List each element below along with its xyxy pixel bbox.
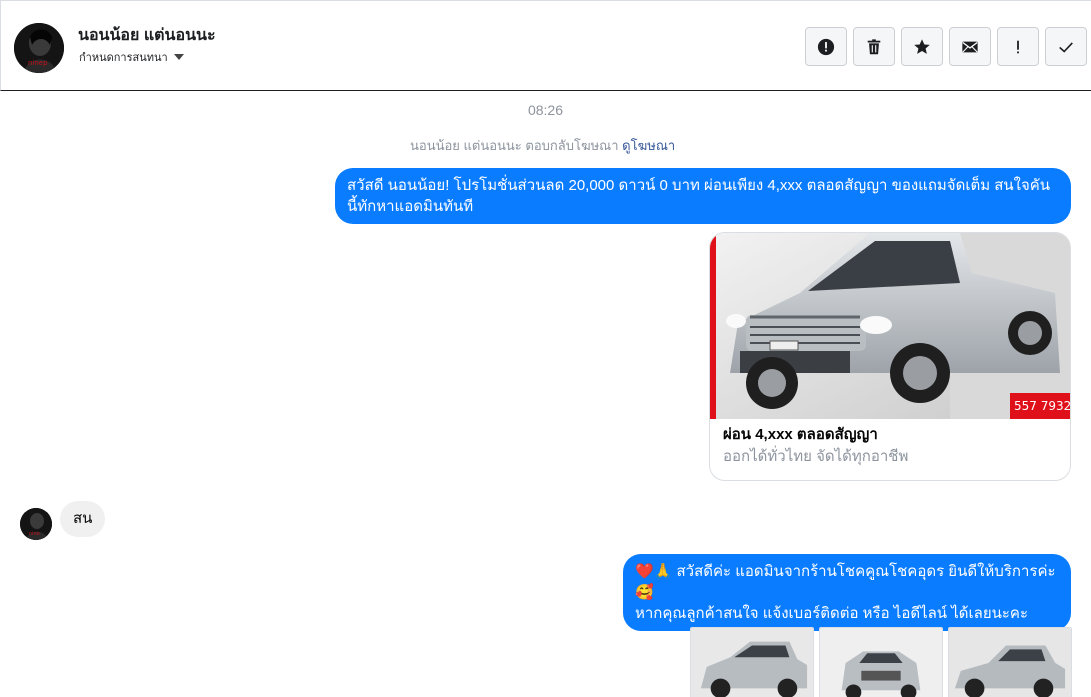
incoming-message[interactable]: สน (60, 501, 106, 537)
view-ad-link[interactable]: ดูโฆษณา (622, 138, 675, 153)
contact-name[interactable]: นอนน้อย แต่นอนนะ (78, 23, 216, 48)
done-button[interactable] (1045, 27, 1087, 66)
message-timestamp: 08:26 (527, 102, 564, 118)
contact-avatar[interactable]: ninep (14, 23, 64, 73)
manage-conversation-label: กำหนดการสนทนา (79, 52, 168, 64)
trash-icon (867, 38, 881, 54)
envelope-icon (962, 41, 978, 52)
outgoing-message-reply[interactable]: ❤️🙏 สวัสดีค่ะ แอดมินจากร้านโชคคูณโชคอุดร… (623, 554, 1071, 631)
message-thread[interactable]: 08:26 นอนน้อย แต่นอนนะ ตอบกลับโฆษณา ดูโฆ… (0, 92, 1091, 697)
sender-avatar[interactable]: nine (20, 508, 52, 540)
report-button[interactable] (805, 27, 847, 66)
caret-down-icon (173, 54, 184, 60)
ad-phone-fragment: 557 7932 (1014, 399, 1071, 413)
alert-circle-icon (817, 38, 835, 55)
reply-line-2: หากคุณลูกค้าสนใจ แจ้งเบอร์ติดต่อ หรือ ไอ… (635, 605, 1029, 622)
delete-button[interactable] (853, 27, 895, 66)
outgoing-message[interactable]: สวัสดี นอนน้อย! โปรโมชั่นส่วนลด 20,000 ด… (335, 168, 1071, 224)
manage-conversation-dropdown[interactable]: กำหนดการสนทนา (79, 48, 184, 66)
check-icon (1059, 41, 1073, 53)
image-attachments (690, 627, 1072, 697)
reply-line-1: ❤️🙏 สวัสดีค่ะ แอดมินจากร้านโชคคูณโชคอุดร… (635, 563, 1056, 601)
exclamation-icon (1017, 40, 1019, 53)
ad-reply-note: นอนน้อย แต่นอนนะ ตอบกลับโฆษณา ดูโฆษณา (0, 135, 1091, 156)
image-thumbnail[interactable] (819, 627, 943, 697)
ad-reply-text: นอนน้อย แต่นอนนะ ตอบกลับโฆษณา (410, 138, 619, 153)
ad-image[interactable]: 557 7932 (710, 233, 1071, 419)
mark-spam-button[interactable] (997, 27, 1039, 66)
ad-title: ผ่อน 4,xxx ตลอดสัญญา (723, 426, 878, 443)
svg-text:nine: nine (29, 531, 40, 537)
image-thumbnail[interactable] (948, 627, 1072, 697)
image-thumbnail[interactable] (690, 627, 814, 697)
star-button[interactable] (901, 27, 943, 66)
svg-text:ninep: ninep (28, 59, 48, 67)
mark-unread-button[interactable] (949, 27, 991, 66)
star-icon (914, 38, 930, 54)
ad-subtitle: ออกได้ทั่วไทย จัดได้ทุกอาชีพ (723, 448, 909, 465)
ad-preview-card[interactable]: 557 7932 ผ่อน 4,xxx ตลอดสัญญา ออกได้ทั่ว… (709, 232, 1071, 481)
conversation-header: ninep นอนน้อย แต่นอนนะ กำหนดการสนทนา (0, 0, 1091, 91)
conversation-toolbar (805, 27, 1087, 66)
